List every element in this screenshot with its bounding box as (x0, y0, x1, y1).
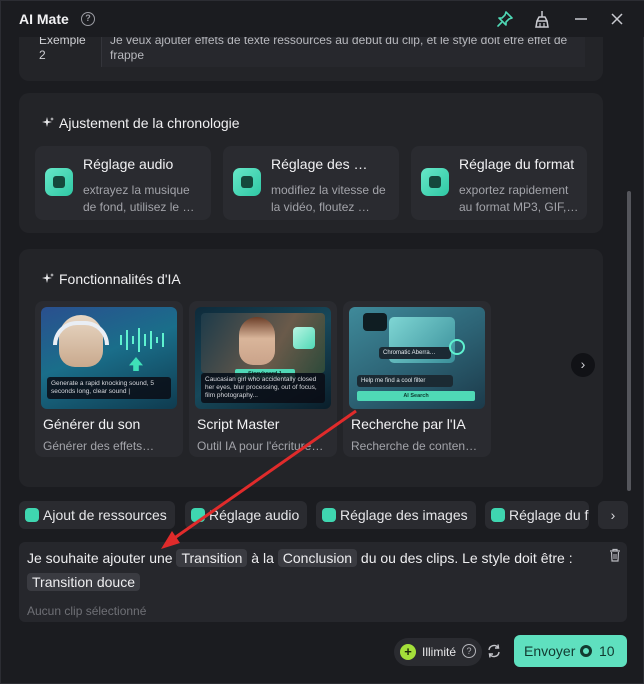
app-title: AI Mate (19, 11, 69, 27)
ai-features-card: Fonctionnalités d'IA Generate a rapid kn… (19, 249, 603, 487)
chip-audio-adjust[interactable]: Réglage audio (185, 501, 307, 529)
feature-desc: modifiez la vitesse de la vidéo, floutez… (271, 183, 386, 214)
ai-item-desc: Recherche de conten… (351, 439, 478, 453)
ai-item-desc: Générer des effets… (43, 439, 155, 453)
ai-search-thumbnail: Chromatic Aberra… Help me find a cool fi… (349, 307, 485, 409)
chip-image-adjust[interactable]: Réglage des images (316, 501, 476, 529)
image-icon (322, 508, 336, 522)
plus-icon: + (400, 644, 416, 660)
image-adjust-icon (233, 168, 261, 196)
send-credits: 10 (599, 643, 615, 659)
ai-item-desc: Outil IA pour l'écriture… (197, 439, 324, 453)
feature-desc: extrayez la musique de fond, utilisez le… (83, 183, 195, 214)
prompt-input[interactable]: Je souhaite ajouter une Transition à la … (19, 542, 627, 622)
pill-style[interactable]: Transition douce (27, 573, 140, 591)
chip-format-adjust[interactable]: Réglage du f (485, 501, 589, 529)
unlimited-label: Illimité (422, 645, 457, 659)
refresh-icon[interactable] (486, 643, 502, 659)
help-icon[interactable]: ? (462, 644, 476, 658)
content-scroll-area[interactable]: Exemple 2 Je veux ajouter effets de text… (1, 37, 644, 497)
resources-icon (25, 508, 39, 522)
format-icon (491, 508, 505, 522)
trash-icon[interactable] (609, 548, 621, 562)
examples-card: Exemple 2 Je veux ajouter effets de text… (19, 37, 603, 81)
ai-item-sound-gen[interactable]: Generate a rapid knocking sound, 5 secon… (35, 301, 183, 457)
pill-conclusion[interactable]: Conclusion (277, 549, 358, 567)
ai-search-button: AI Search (357, 391, 475, 401)
prompt-text[interactable]: Je souhaite ajouter une Transition à la … (27, 546, 607, 594)
chip-label: Réglage du f (509, 507, 589, 523)
audio-adjust-icon (45, 168, 73, 196)
no-clip-status: Aucun clip sélectionné (27, 604, 147, 618)
quick-action-chips: Ajout de ressources Réglage audio Réglag… (1, 501, 644, 531)
example-text: Je veux ajouter effets de texte ressourc… (101, 37, 585, 67)
send-label: Envoyer (524, 643, 576, 659)
format-adjust-icon (421, 168, 449, 196)
feature-name: Réglage des … (271, 156, 368, 172)
sound-gen-thumbnail: Generate a rapid knocking sound, 5 secon… (41, 307, 177, 409)
minimize-icon[interactable] (571, 9, 591, 29)
send-button[interactable]: Envoyer 10 (514, 635, 627, 667)
pin-icon[interactable] (495, 9, 515, 29)
timeline-title-text: Ajustement de la chronologie (59, 115, 240, 131)
ai-item-ai-search[interactable]: Chromatic Aberra… Help me find a cool fi… (343, 301, 491, 457)
chip-label: Ajout de ressources (43, 507, 167, 523)
ai-title-text: Fonctionnalités d'IA (59, 271, 181, 287)
clean-brush-icon[interactable] (532, 9, 552, 29)
chip-add-resources[interactable]: Ajout de ressources (19, 501, 175, 529)
chip-label: Réglage des images (340, 507, 468, 523)
feature-format-adjust[interactable]: Réglage du format exportez rapidement au… (411, 146, 587, 220)
ai-item-name: Script Master (197, 416, 280, 432)
chromatic-badge: Chromatic Aberra… (379, 347, 451, 359)
script-master-thumbnail: Storyboard 1 Caucasian girl who accident… (195, 307, 331, 409)
title-bar: AI Mate ? (1, 1, 644, 37)
ai-item-name: Recherche par l'IA (351, 416, 466, 432)
close-icon[interactable] (607, 9, 627, 29)
timeline-section-title: Ajustement de la chronologie (41, 115, 240, 131)
thumb-caption: Generate a rapid knocking sound, 5 secon… (47, 377, 171, 399)
ai-item-name: Générer du son (43, 416, 141, 432)
example-row[interactable]: Exemple 2 Je veux ajouter effets de text… (31, 37, 587, 69)
chips-next-button[interactable]: › (598, 501, 628, 529)
feature-name: Réglage du format (459, 156, 575, 172)
credit-coin-icon (580, 645, 592, 657)
feature-desc: exportez rapidement au format MP3, GIF,… (459, 183, 579, 214)
timeline-card: Ajustement de la chronologie Réglage aud… (19, 93, 603, 233)
chip-label: Réglage audio (209, 507, 300, 523)
ai-section-title: Fonctionnalités d'IA (41, 271, 181, 287)
example-tag: Exemple 2 (39, 37, 86, 62)
thumb-caption: Caucasian girl who accidentally closed h… (201, 373, 325, 403)
ai-item-script-master[interactable]: Storyboard 1 Caucasian girl who accident… (189, 301, 337, 457)
feature-name: Réglage audio (83, 156, 174, 172)
sparkle-icon (42, 117, 54, 127)
prompt-part: du ou des clips. Le style doit être : (360, 550, 573, 566)
ai-mate-window: AI Mate ? Exemple 2 Je veux ajouter effe… (0, 0, 644, 684)
help-icon[interactable]: ? (81, 12, 95, 26)
audio-icon (191, 508, 205, 522)
pill-transition[interactable]: Transition (176, 549, 248, 567)
ai-carousel-next-button[interactable]: › (571, 353, 595, 377)
sparkle-icon (42, 273, 54, 283)
scrollbar[interactable] (627, 191, 631, 491)
prompt-part: à la (251, 550, 274, 566)
feature-image-adjust[interactable]: Réglage des … modifiez la vitesse de la … (223, 146, 399, 220)
prompt-part: Je souhaite ajouter une (27, 550, 173, 566)
feature-audio-adjust[interactable]: Réglage audio extrayez la musique de fon… (35, 146, 211, 220)
search-query: Help me find a cool filter (357, 375, 453, 387)
unlimited-badge[interactable]: + Illimité ? (394, 638, 482, 666)
